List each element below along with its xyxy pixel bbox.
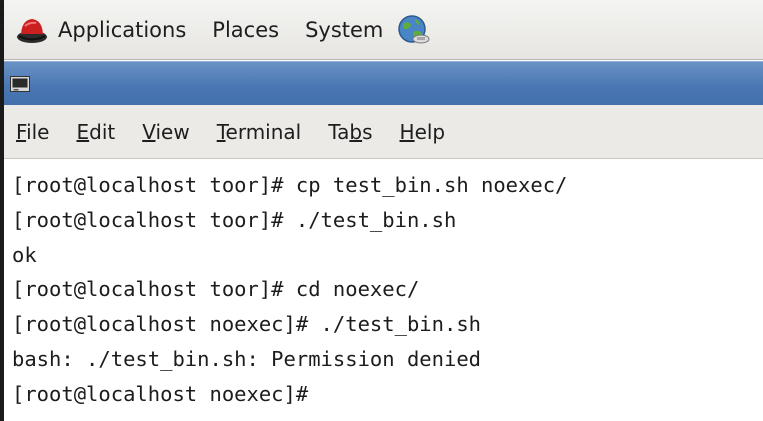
redhat-logo-icon[interactable]: [14, 12, 50, 48]
terminal-line: [root@localhost toor]# cd noexec/: [12, 277, 420, 302]
menu-view[interactable]: View: [142, 120, 189, 144]
menu-file[interactable]: File: [16, 120, 49, 144]
terminal-line: [root@localhost noexec]# ./test_bin.sh: [12, 312, 481, 337]
terminal-icon[interactable]: [10, 75, 30, 92]
terminal-line: ok: [12, 242, 37, 267]
panel-menu-places[interactable]: Places: [212, 18, 279, 42]
menu-tabs[interactable]: Tabs: [328, 120, 372, 144]
network-globe-icon[interactable]: [395, 12, 431, 48]
panel-menu-applications[interactable]: Applications: [58, 18, 186, 42]
terminal-prompt-line: [root@localhost noexec]#: [12, 381, 309, 406]
terminal-line: bash: ./test_bin.sh: Permission denied: [12, 346, 481, 371]
top-panel: Applications Places System: [4, 0, 763, 60]
terminal-line: [root@localhost toor]# cp test_bin.sh no…: [12, 173, 568, 197]
menu-help[interactable]: Help: [400, 120, 446, 144]
terminal-line: [root@localhost toor]# ./test_bin.sh: [12, 207, 457, 232]
menu-terminal[interactable]: Terminal: [217, 120, 302, 144]
menu-edit[interactable]: Edit: [76, 120, 115, 144]
terminal-output[interactable]: [root@localhost toor]# cp test_bin.sh no…: [4, 160, 763, 421]
panel-menu-system[interactable]: System: [305, 18, 383, 42]
window-title-bar[interactable]: [4, 61, 763, 105]
menu-bar: File Edit View Terminal Tabs Help: [4, 105, 763, 159]
